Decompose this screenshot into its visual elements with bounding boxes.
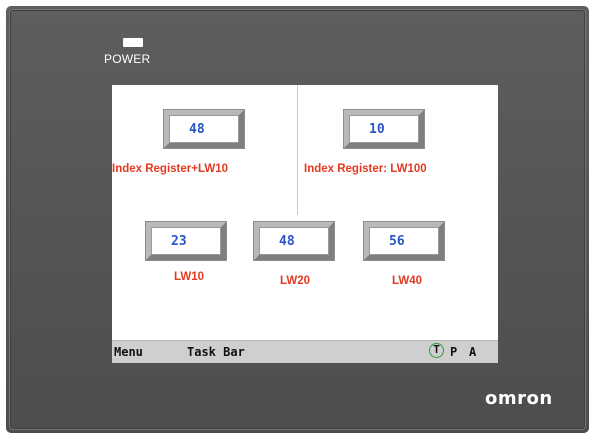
menu-button[interactable]: Menu: [114, 345, 143, 359]
numeric-value: 56: [389, 234, 405, 249]
numeric-display-lw20[interactable]: 48: [254, 222, 334, 260]
task-bar: Menu Task Bar T P A: [112, 340, 498, 363]
numeric-display-index-lw10[interactable]: 48: [164, 110, 244, 148]
numeric-value: 48: [279, 234, 295, 249]
indicator-t-button[interactable]: T: [429, 343, 444, 358]
register-label-lw40: LW40: [392, 275, 423, 287]
register-label-lw10: LW10: [174, 271, 205, 283]
register-label-lw20: LW20: [280, 275, 311, 287]
indicator-a-button[interactable]: A: [469, 345, 476, 359]
numeric-value: 48: [189, 122, 205, 137]
omron-logo: omron: [485, 388, 553, 409]
power-label: POWER: [104, 52, 151, 66]
touch-screen[interactable]: 48 Index Register+LW10 10 Index Register…: [112, 85, 498, 363]
screen-divider: [297, 85, 298, 215]
task-bar-label: Task Bar: [187, 345, 245, 359]
numeric-value: 10: [369, 122, 385, 137]
register-label-index-lw100: Index Register: LW100: [304, 163, 427, 175]
register-label-index-lw10: Index Register+LW10: [112, 163, 228, 175]
numeric-display-index-lw100[interactable]: 10: [344, 110, 424, 148]
numeric-display-lw10[interactable]: 23: [146, 222, 226, 260]
indicator-t-label: T: [433, 343, 440, 356]
indicator-p-button[interactable]: P: [450, 345, 457, 359]
numeric-value: 23: [171, 234, 187, 249]
power-led-icon: [123, 38, 143, 47]
numeric-display-lw40[interactable]: 56: [364, 222, 444, 260]
